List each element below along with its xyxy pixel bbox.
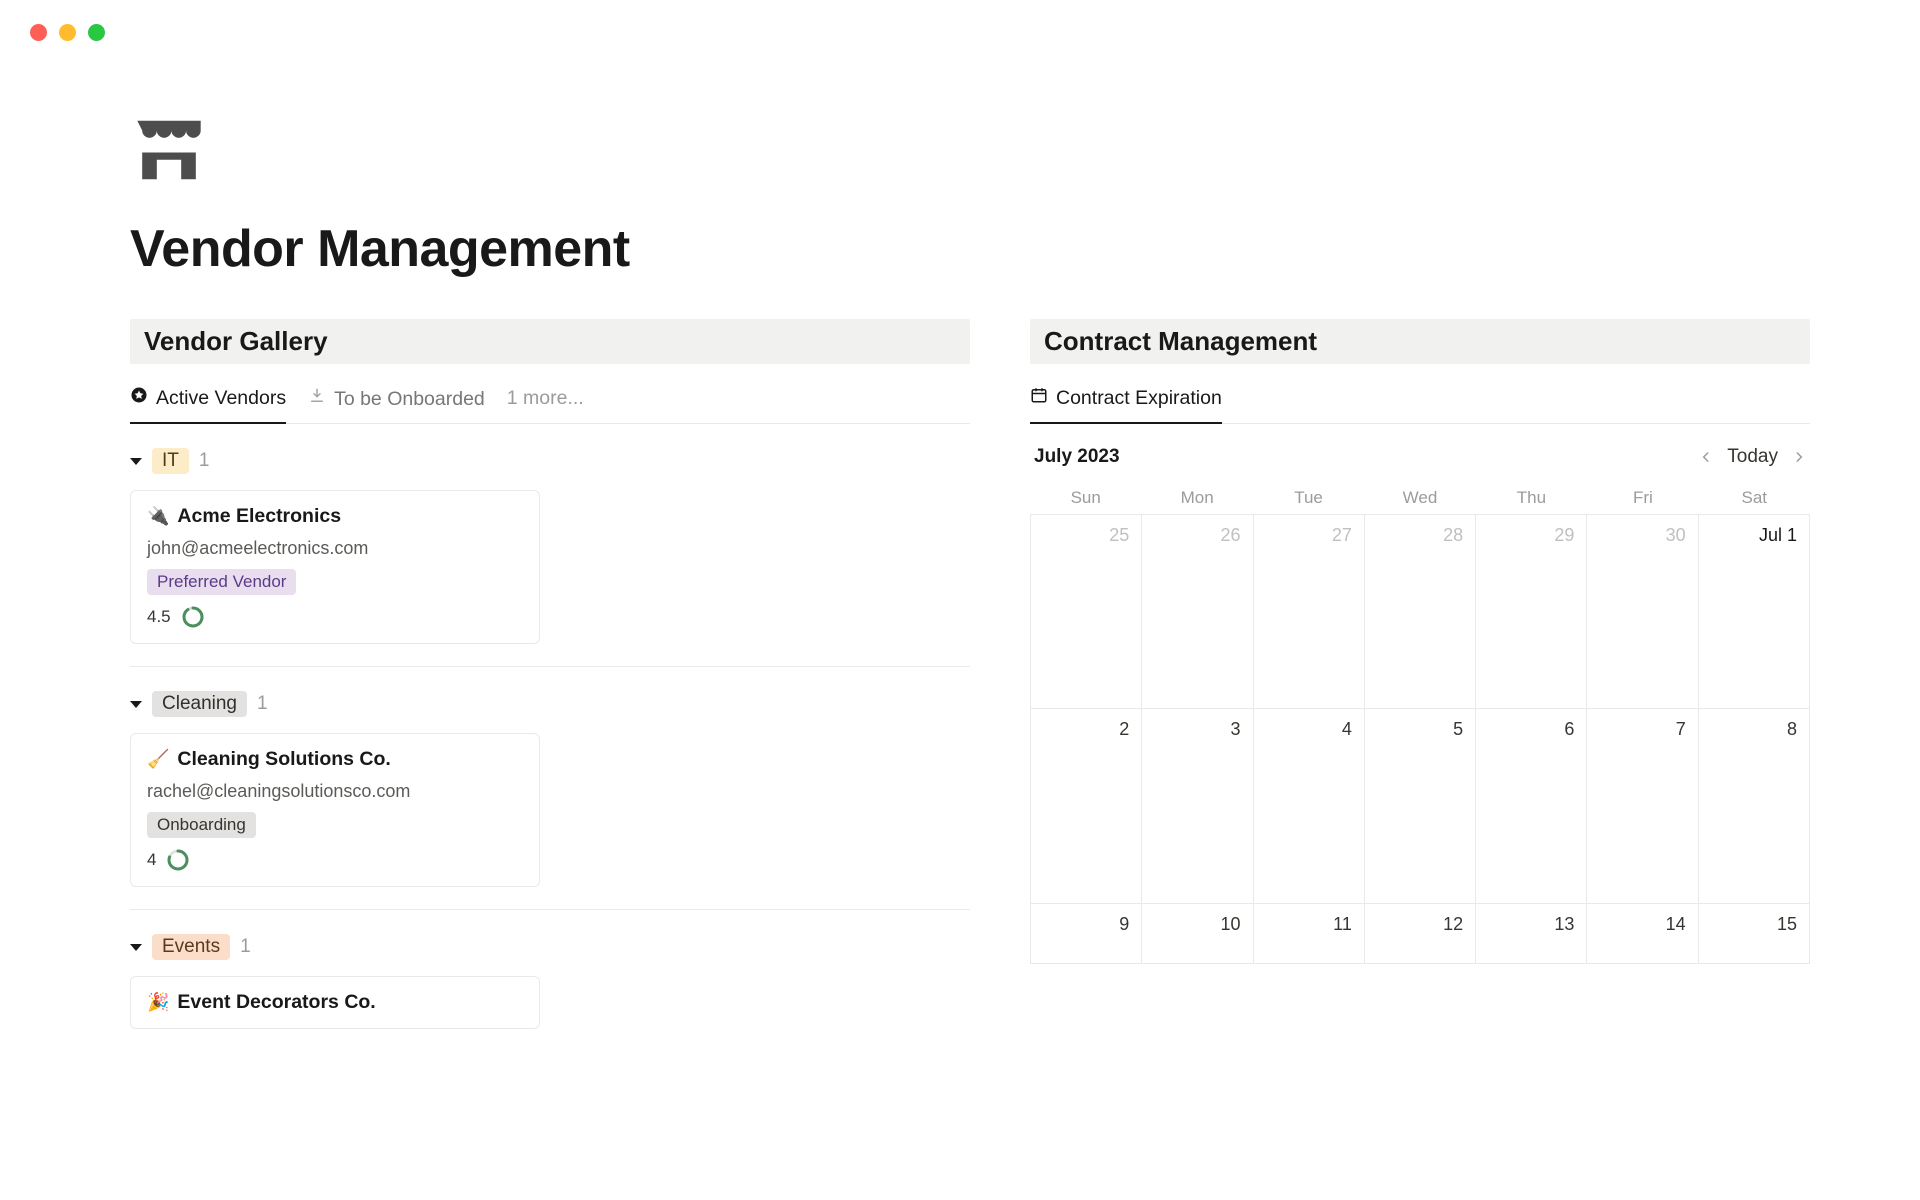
calendar-day-cell[interactable]: 5 <box>1365 709 1476 904</box>
contract-tabs: Contract Expiration <box>1030 364 1810 424</box>
close-window-button[interactable] <box>30 24 47 41</box>
calendar-day-cell[interactable]: 15 <box>1699 904 1810 964</box>
calendar-prev-button[interactable] <box>1699 450 1713 464</box>
calendar-day-cell[interactable]: 2 <box>1031 709 1142 904</box>
vendor-group: Cleaning 1 🧹 Cleaning Solutions Co. rach… <box>130 687 970 887</box>
store-icon <box>130 111 208 189</box>
calendar-day-cell[interactable]: 14 <box>1587 904 1698 964</box>
vendor-icon: 🔌 <box>147 506 169 527</box>
tab-label: To be Onboarded <box>334 388 485 411</box>
page-title: Vendor Management <box>130 219 1790 279</box>
vendor-name: Acme Electronics <box>177 505 341 528</box>
group-count: 1 <box>257 693 268 715</box>
vendor-status-badge: Preferred Vendor <box>147 569 296 595</box>
window-traffic-lights <box>0 0 1920 41</box>
tab-contract-expiration[interactable]: Contract Expiration <box>1030 386 1222 424</box>
group-count: 1 <box>240 936 251 958</box>
vendor-gallery-heading: Vendor Gallery <box>130 319 970 364</box>
calendar-dow-label: Sat <box>1699 482 1810 514</box>
contract-management-heading: Contract Management <box>1030 319 1810 364</box>
calendar-dow-label: Mon <box>1141 482 1252 514</box>
vendor-name: Event Decorators Co. <box>177 991 375 1014</box>
vendor-name: Cleaning Solutions Co. <box>177 748 390 771</box>
calendar-day-cell[interactable]: 9 <box>1031 904 1142 964</box>
calendar-day-cell[interactable]: 7 <box>1587 709 1698 904</box>
group-toggle[interactable] <box>130 944 142 951</box>
calendar-dow-label: Tue <box>1253 482 1364 514</box>
tabs-more[interactable]: 1 more... <box>507 387 584 422</box>
vendor-rating: 4.5 <box>147 607 171 627</box>
calendar-day-cell[interactable]: 3 <box>1142 709 1253 904</box>
calendar-today-button[interactable]: Today <box>1727 446 1778 468</box>
vendor-card[interactable]: 🎉 Event Decorators Co. <box>130 976 540 1029</box>
vendor-email: rachel@cleaningsolutionsco.com <box>147 781 523 802</box>
calendar-dow-label: Wed <box>1364 482 1475 514</box>
vendor-group: IT 1 🔌 Acme Electronics john@acmeelectro… <box>130 444 970 644</box>
vendor-icon: 🧹 <box>147 749 169 770</box>
group-toggle[interactable] <box>130 458 142 465</box>
calendar-day-cell[interactable]: Jul 1 <box>1699 514 1810 709</box>
calendar-dow-label: Thu <box>1476 482 1587 514</box>
calendar-day-cell[interactable]: 26 <box>1142 514 1253 709</box>
group-tag[interactable]: Cleaning <box>152 691 247 717</box>
rating-ring-icon <box>181 605 205 629</box>
vendor-card[interactable]: 🔌 Acme Electronics john@acmeelectronics.… <box>130 490 540 644</box>
calendar-day-cell[interactable]: 13 <box>1476 904 1587 964</box>
rating-ring-icon <box>166 848 190 872</box>
calendar-day-cell[interactable]: 11 <box>1254 904 1365 964</box>
calendar-day-cell[interactable]: 27 <box>1254 514 1365 709</box>
calendar-day-cell[interactable]: 30 <box>1587 514 1698 709</box>
calendar-day-cell[interactable]: 29 <box>1476 514 1587 709</box>
group-tag[interactable]: Events <box>152 934 230 960</box>
calendar-day-cell[interactable]: 28 <box>1365 514 1476 709</box>
group-tag[interactable]: IT <box>152 448 189 474</box>
tab-active-vendors[interactable]: Active Vendors <box>130 386 286 424</box>
vendor-gallery-tabs: Active Vendors To be Onboarded 1 more... <box>130 364 970 424</box>
calendar-day-cell[interactable]: 8 <box>1699 709 1810 904</box>
tab-label: Active Vendors <box>156 387 286 410</box>
calendar-day-cell[interactable]: 25 <box>1031 514 1142 709</box>
vendor-rating: 4 <box>147 850 156 870</box>
maximize-window-button[interactable] <box>88 24 105 41</box>
calendar-dow-label: Sun <box>1030 482 1141 514</box>
group-count: 1 <box>199 450 210 472</box>
calendar-day-cell[interactable]: 6 <box>1476 709 1587 904</box>
calendar-month-label: July 2023 <box>1034 446 1120 468</box>
calendar-icon <box>1030 386 1048 410</box>
vendor-group: Events 1 🎉 Event Decorators Co. <box>130 930 970 1029</box>
download-icon <box>308 387 326 411</box>
calendar-dow-label: Fri <box>1587 482 1698 514</box>
star-badge-icon <box>130 386 148 410</box>
vendor-status-badge: Onboarding <box>147 812 256 838</box>
group-toggle[interactable] <box>130 701 142 708</box>
tab-to-be-onboarded[interactable]: To be Onboarded <box>308 387 485 423</box>
vendor-card[interactable]: 🧹 Cleaning Solutions Co. rachel@cleaning… <box>130 733 540 887</box>
calendar-next-button[interactable] <box>1792 450 1806 464</box>
calendar-day-cell[interactable]: 4 <box>1254 709 1365 904</box>
calendar-day-cell[interactable]: 10 <box>1142 904 1253 964</box>
tab-label: Contract Expiration <box>1056 387 1222 410</box>
vendor-email: john@acmeelectronics.com <box>147 538 523 559</box>
calendar-day-cell[interactable]: 12 <box>1365 904 1476 964</box>
minimize-window-button[interactable] <box>59 24 76 41</box>
vendor-icon: 🎉 <box>147 992 169 1013</box>
